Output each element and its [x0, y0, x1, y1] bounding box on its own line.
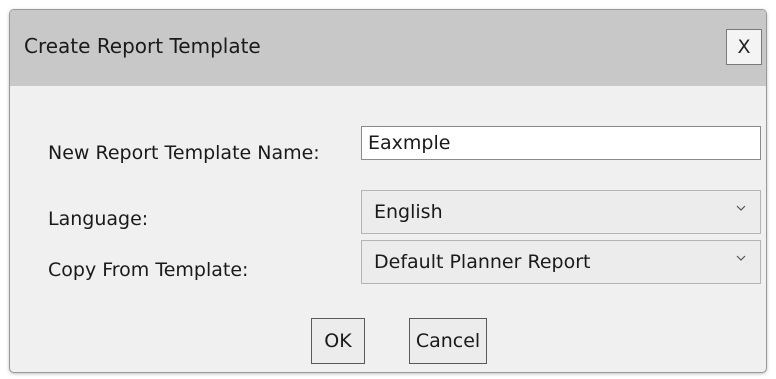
template-name-input[interactable] — [361, 126, 761, 160]
copy-from-template-selected-value: Default Planner Report — [374, 251, 591, 273]
chevron-down-icon — [736, 205, 746, 211]
dialog-title: Create Report Template — [24, 34, 261, 58]
ok-button[interactable]: OK — [311, 318, 365, 364]
close-button[interactable]: X — [726, 29, 762, 65]
dialog-titlebar: Create Report Template X — [10, 10, 766, 86]
language-select[interactable]: English — [361, 190, 761, 234]
copy-from-template-label: Copy From Template: — [48, 259, 249, 281]
copy-from-template-select[interactable]: Default Planner Report — [361, 240, 761, 284]
cancel-button[interactable]: Cancel — [409, 318, 487, 364]
template-name-label: New Report Template Name: — [48, 142, 320, 164]
language-label: Language: — [48, 208, 149, 230]
create-report-template-dialog: Create Report Template X New Report Temp… — [9, 9, 767, 373]
chevron-down-icon — [736, 255, 746, 261]
language-selected-value: English — [374, 201, 443, 223]
